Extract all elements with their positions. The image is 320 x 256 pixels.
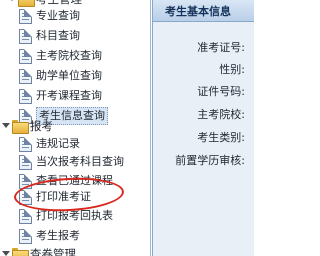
field-label: 考生类别: (197, 131, 245, 144)
field-prior-education-review: 前置学历审核: (153, 150, 254, 170)
navigation-tree: 考生管理 专业查询 科目查询 主考院校查询 助学单位查询 开考课程查询 考生信息… (0, 0, 151, 256)
tree-item-label: 专业查询 (36, 9, 80, 22)
document-icon (19, 68, 32, 84)
tree-category-label: 报考 (30, 119, 53, 133)
tree-item-label: 科目查询 (36, 29, 80, 42)
folder-icon (12, 120, 29, 134)
document-icon (19, 208, 32, 224)
tree-category-label: 查卷管理 (30, 247, 76, 256)
tree-category-paper-review[interactable]: 查卷管理 (2, 244, 76, 256)
expander-triangle-icon[interactable] (8, 0, 16, 3)
candidate-info-panel: 考生基本信息 准考证号: 性别: 证件号码: 主考院校: 考生类别: 前置学历审… (152, 0, 254, 256)
tree-item-subject-query[interactable]: 科目查询 (19, 26, 80, 46)
field-host-school: 主考院校: (153, 104, 254, 124)
field-value (245, 62, 254, 76)
field-admission-number: 准考证号: (153, 37, 254, 57)
field-gender: 性别: (153, 59, 254, 79)
field-value (245, 107, 254, 121)
tree-item-assisting-unit-query[interactable]: 助学单位查询 (19, 66, 102, 86)
field-label: 性别: (219, 63, 245, 76)
tree-item-label: 考生报考 (36, 229, 80, 242)
document-icon (19, 88, 32, 104)
document-icon (19, 228, 32, 244)
tree-item-current-subjects-query[interactable]: 当次报考科目查询 (19, 152, 124, 172)
field-value (245, 40, 254, 54)
tree-item-candidate-registration[interactable]: 考生报考 (19, 226, 80, 246)
document-icon (19, 48, 32, 64)
document-icon (19, 154, 32, 170)
folder-icon (12, 248, 29, 256)
app-window: 考生管理 专业查询 科目查询 主考院校查询 助学单位查询 开考课程查询 考生信息… (0, 0, 254, 256)
tree-item-label: 违规记录 (36, 137, 80, 150)
field-label: 证件号码: (197, 85, 245, 98)
document-icon (19, 136, 32, 152)
tree-item-host-school-query[interactable]: 主考院校查询 (19, 46, 102, 66)
field-label: 准考证号: (197, 41, 245, 54)
field-value (245, 153, 254, 167)
tree-item-major-query[interactable]: 专业查询 (19, 6, 80, 26)
document-icon (19, 8, 32, 24)
field-label: 主考院校: (197, 108, 245, 121)
tree-item-label: 开考课程查询 (36, 89, 102, 102)
expander-triangle-icon[interactable] (2, 122, 10, 130)
field-id-number: 证件号码: (153, 81, 254, 101)
expander-triangle-icon[interactable] (2, 250, 10, 256)
tree-item-label: 当次报考科目查询 (36, 155, 124, 168)
field-value (245, 84, 254, 98)
document-icon (19, 28, 32, 44)
tree-item-label: 助学单位查询 (36, 69, 102, 82)
tree-item-label: 主考院校查询 (36, 49, 102, 62)
field-label: 前置学历审核: (175, 154, 245, 167)
field-candidate-category: 考生类别: (153, 127, 254, 147)
field-value (245, 130, 254, 144)
tree-item-open-course-query[interactable]: 开考课程查询 (19, 86, 102, 106)
panel-title: 考生基本信息 (153, 0, 254, 22)
tree-item-violation-records[interactable]: 违规记录 (19, 134, 80, 154)
tree-category-exam-registration[interactable]: 报考 (2, 116, 53, 136)
folder-icon (18, 0, 35, 7)
